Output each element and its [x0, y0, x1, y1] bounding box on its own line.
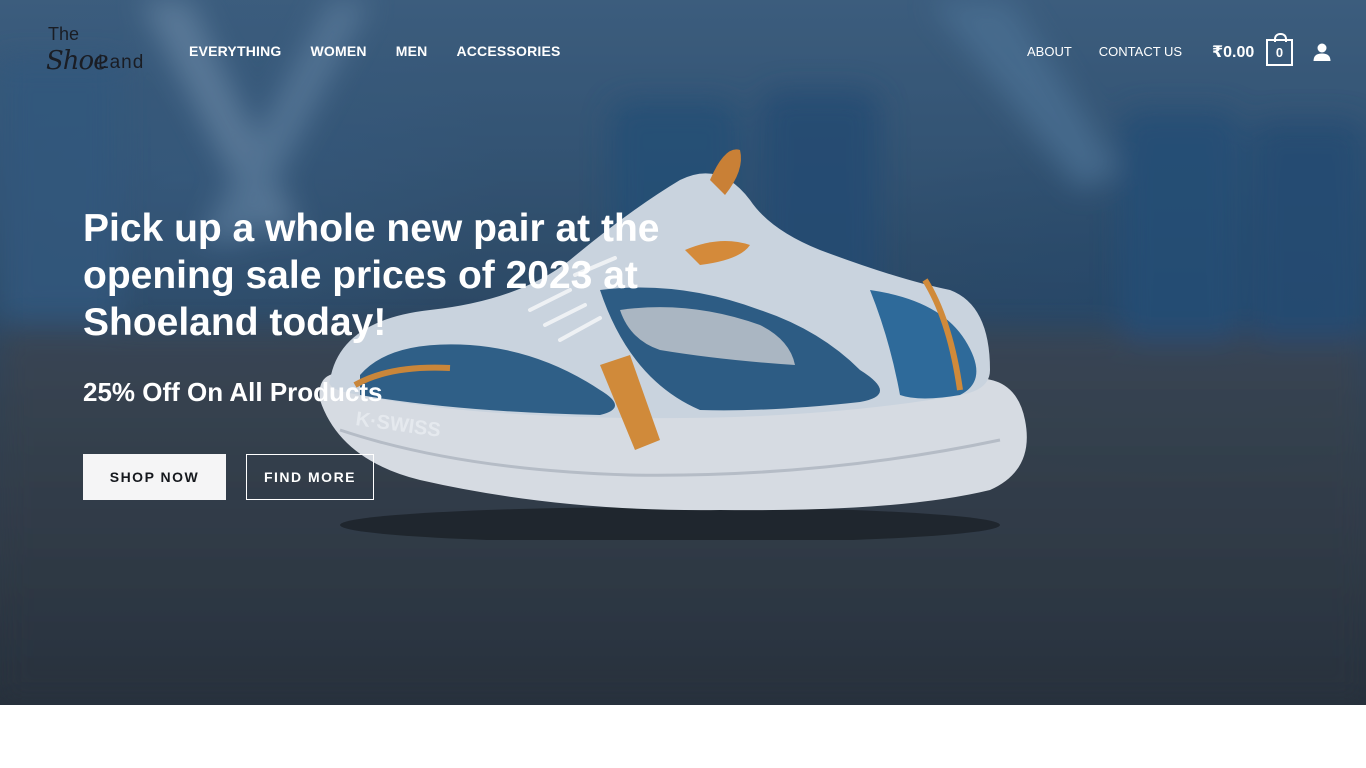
logo-text-land: Land — [98, 52, 145, 73]
nav-men[interactable]: MEN — [396, 43, 428, 59]
user-icon[interactable] — [1312, 42, 1332, 62]
cart-total[interactable]: ₹0.00 — [1212, 42, 1254, 62]
hero-subheadline: 25% Off On All Products — [83, 377, 383, 407]
site-logo[interactable]: The Shoe Land — [46, 24, 146, 76]
nav-contact-us[interactable]: CONTACT US — [1099, 44, 1182, 59]
cart-count-button[interactable]: 0 — [1266, 33, 1293, 66]
find-more-button[interactable]: FIND MORE — [246, 454, 374, 500]
nav-accessories[interactable]: ACCESSORIES — [456, 43, 560, 59]
nav-everything[interactable]: EVERYTHING — [189, 43, 282, 59]
secondary-navigation: ABOUT CONTACT US — [1027, 44, 1182, 59]
hero-banner: K·SWISS The Shoe Land EVERYTHING WOMEN M… — [0, 0, 1366, 705]
hero-headline: Pick up a whole new pair at the opening … — [83, 207, 660, 344]
nav-women[interactable]: WOMEN — [311, 43, 367, 59]
shop-now-button[interactable]: SHOP NOW — [83, 454, 226, 500]
logo-text-the: The — [48, 24, 80, 44]
nav-about[interactable]: ABOUT — [1027, 44, 1072, 59]
main-navigation: EVERYTHING WOMEN MEN ACCESSORIES — [189, 43, 561, 59]
